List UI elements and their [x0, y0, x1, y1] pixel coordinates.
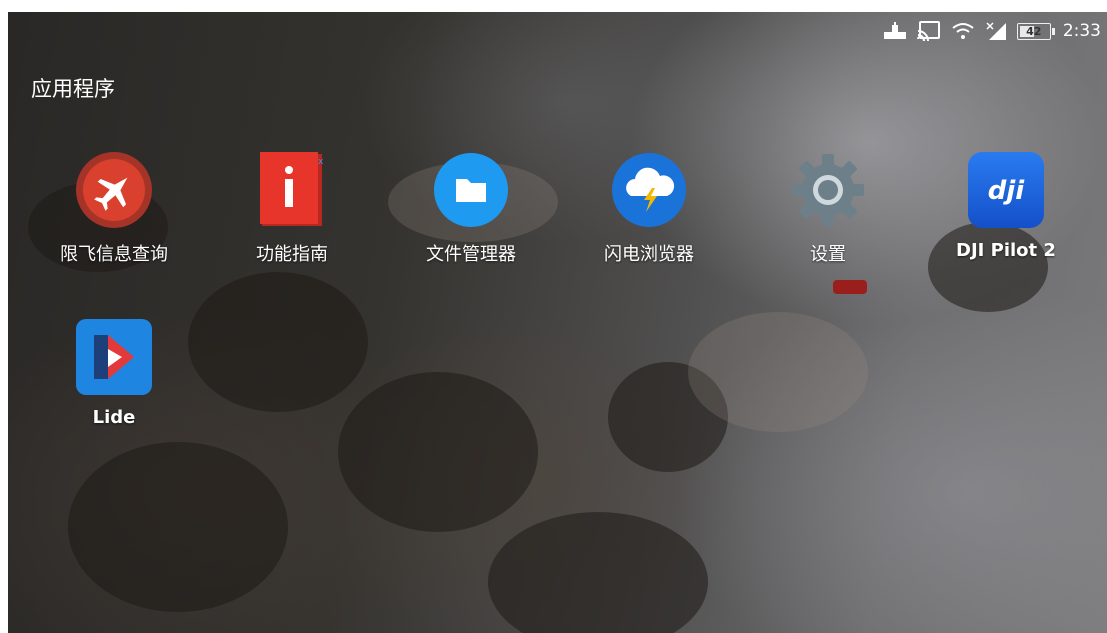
guide-book-icon: x [252, 150, 332, 230]
status-bar: 42 2:33 [883, 12, 1107, 50]
app-label: 设置 [810, 244, 846, 265]
wallpaper-red-car [833, 280, 867, 294]
app-dji-pilot[interactable]: dji DJI Pilot 2 [931, 150, 1081, 261]
app-settings[interactable]: 设置 [753, 150, 903, 266]
cast-icon [916, 20, 941, 42]
wallpaper-tree [688, 312, 868, 432]
lightning-browser-icon [609, 150, 689, 230]
app-lightning-browser[interactable]: 闪电浏览器 [574, 150, 724, 266]
battery-level: 42 [1026, 24, 1042, 38]
app-file-manager[interactable]: 文件管理器 [396, 150, 546, 266]
section-title: 应用程序 [31, 77, 115, 101]
app-no-fly-zone[interactable]: 限飞信息查询 [39, 150, 189, 266]
app-guide[interactable]: x 功能指南 [217, 150, 367, 266]
app-label: 文件管理器 [426, 244, 516, 265]
wallpaper-tree [68, 442, 288, 612]
wallpaper-tree [488, 512, 708, 633]
usb-debug-icon [883, 20, 907, 42]
folder-icon [431, 150, 511, 230]
gear-icon [788, 150, 868, 230]
home-screen: 42 2:33 应用程序 限飞信息查询 x 功能指南 文件管理器 闪电浏览器 设… [8, 12, 1107, 633]
svg-text:dji: dji [988, 176, 1026, 206]
clock: 2:33 [1062, 21, 1101, 41]
wallpaper-tree [338, 372, 538, 532]
app-label: DJI Pilot 2 [956, 240, 1056, 261]
mobile-signal-icon [985, 20, 1007, 42]
wallpaper-tree [188, 272, 368, 412]
app-label: 功能指南 [256, 244, 328, 265]
battery-indicator: 42 [1016, 22, 1055, 40]
app-label: 限飞信息查询 [60, 244, 168, 265]
lide-logo-icon [74, 317, 154, 397]
svg-text:x: x [318, 157, 324, 167]
wifi-icon [951, 20, 975, 42]
no-fly-zone-icon [74, 150, 154, 230]
dji-logo-icon: dji [966, 150, 1046, 230]
app-lide[interactable]: Lide [39, 317, 189, 428]
app-label: 闪电浏览器 [604, 244, 694, 265]
app-label: Lide [92, 407, 136, 428]
